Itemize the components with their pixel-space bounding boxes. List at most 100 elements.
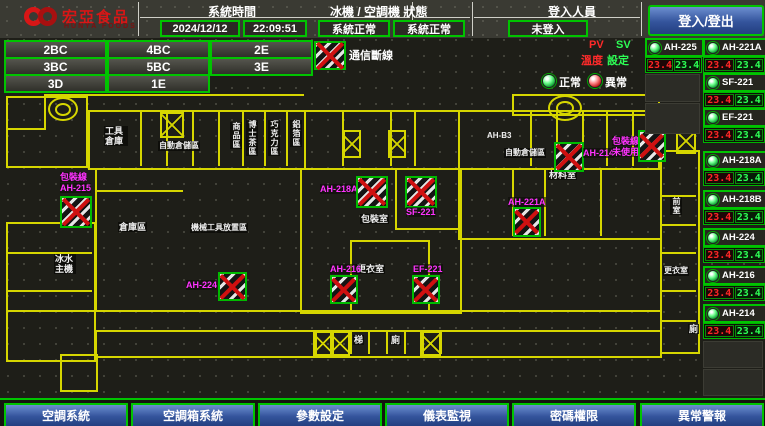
map-unit-label: AH-214 [583,148,614,158]
unit-row-ah216[interactable]: AH-216 [703,266,765,285]
brand-logo-icon [38,7,57,26]
empty-slot [703,369,763,396]
sv-sub-legend: 設定 [607,52,629,68]
brand-name-en: HUNYA FOODS [64,23,137,30]
nav-parameter-set-button[interactable]: 參數設定 [258,403,382,426]
stairs-icon [330,331,350,356]
chiller-status: 系統正常 [318,20,390,37]
map-unit-label: AH-218A [320,184,358,194]
unit-values: 23.423.4 [703,247,765,263]
map-ahu-icon-sf221[interactable] [405,176,437,208]
room-label: 機械工具放置區 [190,223,248,233]
unit-values: 23.423.4 [703,285,765,301]
abnormal-legend-label: 異常 [605,74,627,90]
unit-row-ah218b[interactable]: AH-218B [703,190,765,209]
pv-sub-legend: 溫度 [581,52,603,68]
unit-values: 23.423.4 [703,170,765,186]
system-time-value: 22:09:51 [243,20,307,37]
map-ahu-icon-ah224[interactable] [218,272,247,301]
header: 宏亞食品 HUNYA FOODS 系統時間 2024/12/12 22:09:5… [0,0,765,38]
room-label: 倉庫區 [118,222,147,232]
unit-values: 23.423.4 [703,209,765,225]
bottom-nav: 空調系統 空調箱系統 參數設定 儀表監視 密碼權限 異常警報 [0,398,765,426]
floor-button-3d[interactable]: 3D [4,74,107,93]
unit-row-ah221a[interactable]: AH-221A [703,38,765,57]
stairs-icon [420,331,441,356]
login-user-value: 未登入 [508,20,588,37]
comm-fail-legend-icon [314,41,346,70]
machine-status-label: 冰機 / 空調機 狀態 [330,3,427,20]
nav-password-auth-button[interactable]: 密碼權限 [512,403,636,426]
map-ahu-icon-ah221a[interactable] [513,207,541,237]
empty-slot [703,341,763,368]
room-label: 更衣室 [663,266,689,276]
login-logout-button[interactable]: 登入/登出 [648,5,764,36]
nav-alarm-button[interactable]: 異常警報 [640,403,764,426]
room-label: 巧克力區 [268,120,280,156]
map-ahu-icon-ah214[interactable] [554,142,584,172]
hmi-screen: 宏亞食品 HUNYA FOODS 系統時間 2024/12/12 22:09:5… [0,0,765,426]
system-date-value: 2024/12/12 [160,20,240,37]
abnormal-lamp-icon [588,74,602,88]
normal-lamp-icon [542,74,556,88]
unit-values: 23.423.4 [703,92,765,108]
floor-button-1e[interactable]: 1E [107,74,210,93]
map-ahu-icon-ef221[interactable] [412,275,440,304]
room-label: 包裝室 [360,214,389,224]
room-label: 自動倉儲區 [158,141,200,151]
room-label: AH-B3 [486,131,512,141]
unit-status-lamp-icon [707,194,719,206]
nav-meter-monitor-button[interactable]: 儀表監視 [385,403,509,426]
unit-status-lamp-icon [707,155,719,167]
unit-row-ah224[interactable]: AH-224 [703,228,765,247]
map-unit-label: SF-221 [406,207,436,217]
unit-values: 23.423.4 [645,57,702,73]
room-label: 梯 [353,335,364,345]
ahu-status: 系統正常 [393,20,465,37]
stairs-icon [160,112,184,138]
room-label: 商品區 [230,122,242,149]
nav-ahu-system-button[interactable]: 空調箱系統 [131,403,255,426]
unit-status-lamp-icon [707,77,719,89]
fan-symbol-icon [548,95,582,121]
room-label: 冰水主機 [54,254,76,274]
map-ahu-icon-ah215[interactable] [60,196,92,228]
map-unit-label: EF-221 [413,264,443,274]
map-unit-label: AH-216 [330,264,361,274]
sv-legend: SV [616,39,631,51]
unit-status-lamp-icon [649,42,661,54]
comm-fail-legend-label: 通信斷線 [349,47,393,63]
map-unit-label: AH-224 [186,280,217,290]
unit-values: 23.423.4 [703,57,765,73]
unit-row-ef221[interactable]: EF-221 [703,108,765,127]
room-label: 前室 [670,197,682,215]
map-unit-label: 未使用 [612,147,639,157]
map-ahu-icon-ah218a[interactable] [356,176,388,208]
unit-row-ah214[interactable]: AH-214 [703,304,765,323]
map-ahu-icon-unused[interactable] [638,130,666,162]
floor-button-3e[interactable]: 3E [210,57,313,76]
unit-values: 23.423.4 [703,127,765,143]
unit-row-ah225[interactable]: AH-225 [645,38,704,57]
pv-legend: PV [589,39,604,51]
map-ahu-icon-ah216[interactable] [330,275,358,304]
unit-status-lamp-icon [707,232,719,244]
map-unit-label: 包裝線 [612,136,639,146]
stairs-icon [343,130,361,158]
unit-row-sf221[interactable]: SF-221 [703,73,765,92]
unit-status-lamp-icon [707,270,719,282]
nav-ac-system-button[interactable]: 空調系統 [4,403,128,426]
empty-slot [645,103,700,134]
normal-legend-label: 正常 [559,74,581,90]
room-label: 廁 [688,324,699,334]
map-unit-label: 包裝線 [60,172,87,182]
room-label: 廁 [390,335,401,345]
unit-name: AH-225 [664,42,697,53]
room-label: 工具倉庫 [104,126,128,146]
unit-status-lamp-icon [707,42,719,54]
room-label: 鋁箔區 [290,120,302,147]
unit-status-lamp-icon [707,112,719,124]
unit-values: 23.423.4 [703,323,765,339]
room-label: 自動倉儲區 [504,148,546,158]
unit-row-ah218a[interactable]: AH-218A [703,151,765,170]
